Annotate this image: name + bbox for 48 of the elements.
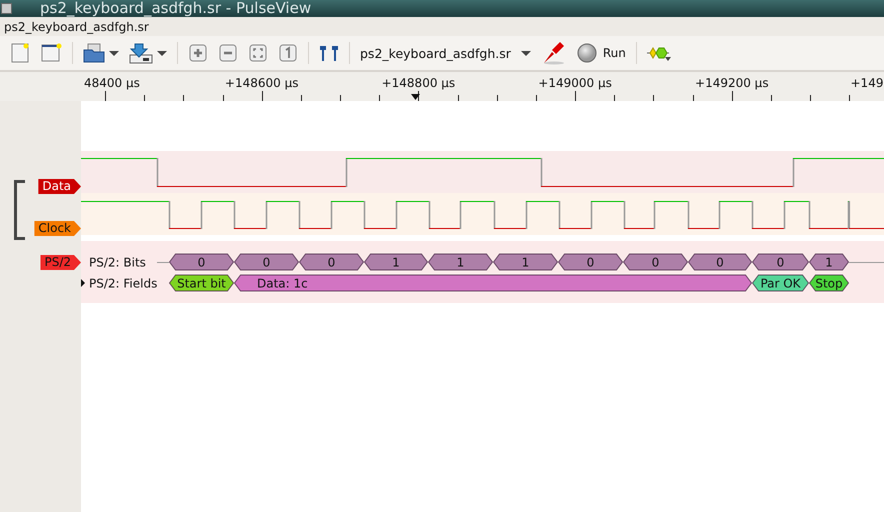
signal-label[interactable]: Clock bbox=[34, 221, 81, 236]
decoder-icon bbox=[646, 46, 669, 60]
bit-annotation: 0 bbox=[234, 254, 300, 270]
device-dropdown[interactable]: ps2_keyboard_asdfgh.sr bbox=[360, 40, 531, 66]
time-label: 48400 µs bbox=[84, 76, 140, 90]
document-icon bbox=[10, 42, 30, 64]
row-label: PS/2: Fields bbox=[89, 276, 158, 290]
download-icon bbox=[129, 42, 153, 64]
bit-annotation: 0 bbox=[298, 254, 364, 270]
circle-icon bbox=[576, 43, 597, 63]
row-label: PS/2: Bits bbox=[89, 256, 146, 270]
field-annotation: Stop bbox=[808, 274, 850, 292]
bit-annotation: 0 bbox=[688, 254, 752, 270]
bit-annotation: 1 bbox=[808, 254, 850, 270]
window-title: ps2_keyboard_asdfgh.sr - PulseView bbox=[40, 0, 312, 17]
field-annotation: Data: 1c bbox=[234, 274, 752, 292]
field-annotation: Par OK bbox=[752, 274, 810, 292]
caret-icon bbox=[109, 50, 119, 56]
bit-annotation: 0 bbox=[622, 254, 688, 270]
field-annotation: Start bit bbox=[168, 274, 234, 292]
run-button[interactable]: Run bbox=[576, 40, 626, 66]
window-icon bbox=[40, 42, 62, 64]
expand-arrow-icon[interactable] bbox=[81, 279, 85, 287]
flags-icon bbox=[319, 43, 339, 63]
signal-label[interactable]: Data bbox=[38, 179, 81, 194]
zoom-in-icon bbox=[188, 43, 208, 63]
caret-icon bbox=[520, 50, 531, 56]
zoom-fit-icon bbox=[248, 43, 268, 63]
time-label: +149 bbox=[850, 76, 884, 90]
time-label: +149000 µs bbox=[538, 76, 612, 90]
caret-icon bbox=[664, 57, 671, 61]
time-label: +148600 µs bbox=[224, 76, 298, 90]
time-label: +148800 µs bbox=[382, 76, 456, 90]
bit-annotation: 1 bbox=[364, 254, 428, 270]
caret-icon bbox=[157, 50, 167, 56]
zoom-one-to-one-icon bbox=[278, 43, 298, 63]
bit-annotation: 0 bbox=[558, 254, 624, 270]
folder-icon bbox=[83, 42, 105, 64]
group-bracket bbox=[14, 180, 25, 240]
bit-annotation: 1 bbox=[492, 254, 558, 270]
decoder-label[interactable]: PS/2 bbox=[40, 255, 81, 270]
bit-annotation: 0 bbox=[752, 254, 810, 270]
bit-annotation: 0 bbox=[168, 254, 234, 270]
window-menu-icon[interactable] bbox=[1, 3, 12, 14]
bit-annotation: 1 bbox=[428, 254, 494, 270]
time-label: +149200 µs bbox=[695, 76, 769, 90]
zoom-out-icon bbox=[218, 43, 238, 63]
session-title: ps2_keyboard_asdfgh.sr bbox=[4, 20, 149, 34]
